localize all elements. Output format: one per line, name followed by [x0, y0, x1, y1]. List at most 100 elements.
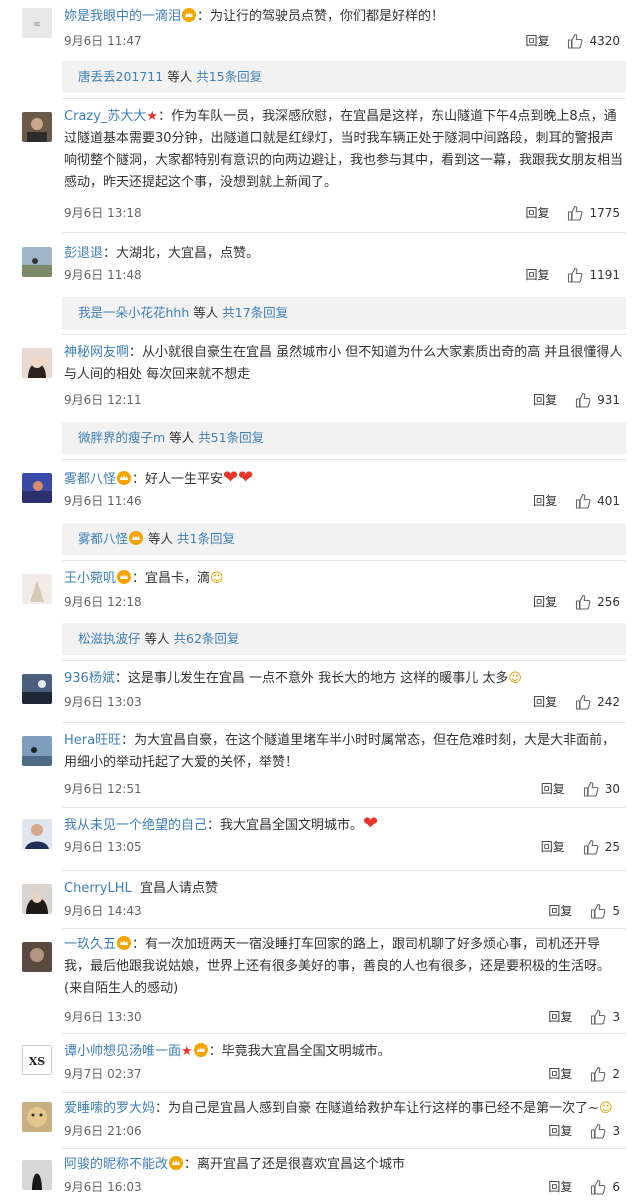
avatar[interactable] — [22, 884, 52, 914]
username[interactable]: 一玖久五 — [64, 937, 116, 952]
username[interactable]: 爱睡嗦的罗大妈 — [64, 1101, 155, 1116]
like-button[interactable]: 1775 — [567, 204, 620, 222]
divider — [62, 334, 626, 335]
username[interactable]: 彭退退 — [64, 246, 103, 261]
username[interactable]: 谭小帅想见汤唯一面 — [64, 1044, 181, 1059]
like-button[interactable]: 4320 — [567, 32, 620, 50]
thumbs-up-icon — [568, 33, 583, 49]
like-count: 256 — [597, 595, 620, 609]
reply-button[interactable]: 回复 — [525, 266, 549, 284]
comment-text: ：为自己是宜昌人感到自豪 在隧道给救护车让行这样的事已经不是第一次了~ — [155, 1101, 600, 1116]
comment-item: 阿骏的昵称不能改 ：离开宜昌了还是很喜欢宜昌这个城市 9月6日 16:03 回复 … — [0, 1150, 640, 1202]
thumbs-up-icon — [591, 1123, 606, 1139]
like-count: 3 — [612, 1010, 620, 1024]
thumbs-up-icon — [576, 594, 591, 610]
divider — [62, 722, 626, 723]
reply-button[interactable]: 回复 — [541, 838, 565, 856]
avatar[interactable]: ∞ — [22, 8, 52, 38]
username[interactable]: Hera旺旺 — [64, 733, 121, 748]
avatar[interactable] — [22, 574, 52, 604]
thumbs-up-icon — [591, 1066, 606, 1082]
avatar[interactable] — [22, 112, 52, 142]
reply-button[interactable]: 回复 — [548, 1122, 572, 1140]
like-button[interactable]: 931 — [575, 391, 620, 409]
timestamp: 9月6日 12:11 — [64, 393, 142, 407]
avatar[interactable]: XS — [22, 1045, 52, 1075]
username[interactable]: CherryLHL — [64, 881, 132, 896]
reply-button[interactable]: 回复 — [548, 902, 572, 920]
avatar[interactable] — [22, 674, 52, 704]
comment-text: ：为让行的驾驶员点赞，你们都是好样的！ — [197, 9, 445, 24]
thumbs-up-icon — [568, 267, 583, 283]
star-icon: ★ — [181, 1044, 193, 1059]
timestamp: 9月6日 21:06 — [64, 1124, 142, 1138]
comment-text: ：这是事儿发生在宜昌 一点不意外 我长大的地方 这样的暖事儿 太多 — [114, 671, 509, 686]
username[interactable]: 王小菀叽 — [64, 571, 116, 586]
like-button[interactable]: 5 — [590, 902, 620, 920]
avatar[interactable] — [22, 736, 52, 766]
like-button[interactable]: 3 — [590, 1008, 620, 1026]
avatar[interactable] — [22, 1102, 52, 1132]
divider — [62, 232, 626, 233]
like-count: 30 — [604, 782, 620, 796]
avatar[interactable] — [22, 819, 52, 849]
divider — [62, 660, 626, 661]
username[interactable]: 我从未见一个绝望的自己 — [64, 818, 207, 833]
username[interactable]: 神秘网友啊 — [64, 345, 129, 360]
timestamp: 9月6日 11:47 — [64, 34, 142, 48]
like-button[interactable]: 401 — [575, 492, 620, 510]
like-button[interactable]: 6 — [590, 1178, 620, 1196]
divider — [62, 1092, 626, 1093]
username[interactable]: Crazy_苏大大 — [64, 109, 146, 124]
like-button[interactable]: 25 — [583, 838, 620, 856]
more-replies-bar[interactable]: 松滋执波仔 等人 共62条回复 — [62, 623, 626, 655]
comment-text: ：为大宜昌自豪，在这个隧道里堵车半小时时属常态，但在危难时刻，大是大非面前，用细… — [64, 733, 616, 770]
like-button[interactable]: 256 — [575, 593, 620, 611]
thumbs-up-icon — [591, 903, 606, 919]
timestamp: 9月6日 12:51 — [64, 782, 142, 796]
avatar[interactable] — [22, 348, 52, 378]
more-replies-bar[interactable]: 唐丢丢201711 等人 共15条回复 — [62, 61, 626, 93]
like-button[interactable]: 30 — [583, 780, 620, 798]
reply-button[interactable]: 回复 — [533, 593, 557, 611]
more-replies-bar[interactable]: 我是一朵小花花hhh 等人 共17条回复 — [62, 297, 626, 329]
reply-button[interactable]: 回复 — [548, 1178, 572, 1196]
avatar[interactable] — [22, 942, 52, 972]
like-count: 401 — [597, 494, 620, 508]
like-button[interactable]: 1191 — [567, 266, 620, 284]
comment-item: 一玖久五 ：有一次加班两天一宿没睡打车回家的路上，跟司机聊了好多烦心事，司机还开导… — [0, 930, 640, 1035]
thumbs-up-icon — [583, 781, 599, 797]
avatar[interactable] — [22, 473, 52, 503]
like-count: 1191 — [589, 268, 620, 282]
timestamp: 9月7日 02:37 — [64, 1067, 142, 1081]
reply-button[interactable]: 回复 — [533, 492, 557, 510]
reply-button[interactable]: 回复 — [533, 391, 557, 409]
like-button[interactable]: 2 — [590, 1065, 620, 1083]
comment-item: Hera旺旺：为大宜昌自豪，在这个隧道里堵车半小时时属常态，但在危难时刻，大是大… — [0, 724, 640, 809]
more-replies-bar[interactable]: 雾都八怪 等人 共1条回复 — [62, 523, 626, 555]
divider — [62, 928, 626, 929]
like-count: 25 — [604, 840, 620, 854]
smile-emoji-icon: ☺ — [599, 1101, 613, 1116]
reply-button[interactable]: 回复 — [525, 32, 549, 50]
reply-button[interactable]: 回复 — [548, 1065, 572, 1083]
like-count: 3 — [612, 1124, 620, 1138]
comment-text: ：有一次加班两天一宿没睡打车回家的路上，跟司机聊了好多烦心事，司机还开导我，最后… — [64, 937, 611, 996]
username[interactable]: 妳是我眼中的一滴泪 — [64, 9, 181, 24]
comment-item: 936杨斌：这是事儿发生在宜昌 一点不意外 我长大的地方 这样的暖事儿 太多☺ … — [0, 662, 640, 722]
avatar[interactable] — [22, 247, 52, 277]
like-button[interactable]: 3 — [590, 1122, 620, 1140]
username[interactable]: 阿骏的昵称不能改 — [64, 1157, 168, 1172]
comment-text: ：大湖北，大宜昌，点赞。 — [103, 246, 260, 261]
reply-button[interactable]: 回复 — [541, 780, 565, 798]
like-button[interactable]: 242 — [575, 693, 620, 711]
reply-button[interactable]: 回复 — [525, 204, 549, 222]
reply-button[interactable]: 回复 — [533, 693, 557, 711]
svg-text:XS: XS — [29, 1055, 46, 1068]
username[interactable]: 雾都八怪 — [64, 472, 116, 487]
comment-item: 雾都八怪 ：好人一生平安❤❤ 9月6日 11:46 回复 401 雾都八怪 等人 … — [0, 461, 640, 561]
reply-button[interactable]: 回复 — [548, 1008, 572, 1026]
username[interactable]: 936杨斌 — [64, 671, 115, 686]
avatar[interactable] — [22, 1160, 52, 1190]
more-replies-bar[interactable]: 微胖界的瘦子m 等人 共51条回复 — [62, 422, 626, 454]
